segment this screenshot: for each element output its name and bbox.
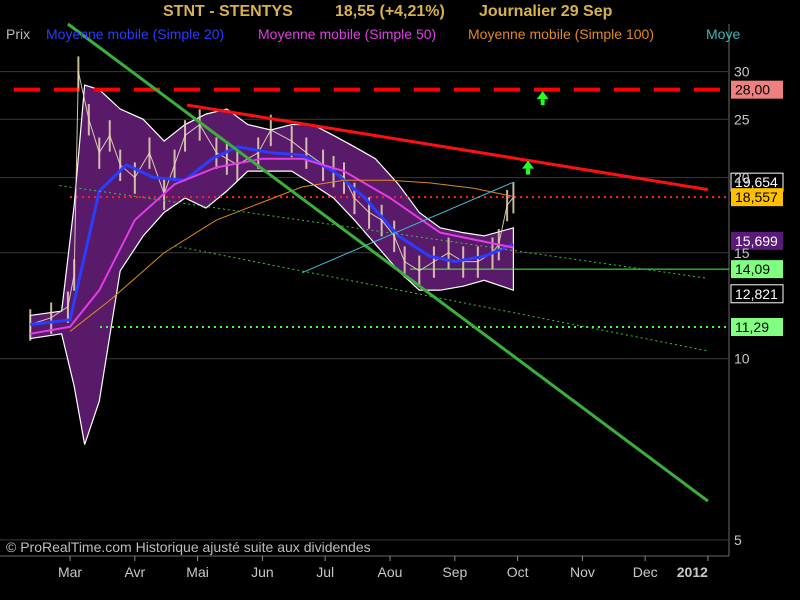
y-tick-label: 5 <box>734 532 742 548</box>
x-tick-label: Nov <box>570 564 595 580</box>
price-tag-label: 11,29 <box>735 319 769 335</box>
copyright-notice: © ProRealTime.com Historique ajusté suit… <box>6 539 371 555</box>
bollinger-band <box>29 84 514 445</box>
y-tick-label: 20 <box>734 170 750 186</box>
legend-item: Moyenne mobile (Simple 20) <box>46 26 224 42</box>
x-tick-label: Dec <box>633 564 658 580</box>
legend-item: Moye <box>706 26 740 42</box>
price-tag-label: 12,821 <box>735 286 778 302</box>
chart-window: STNT - STENTYS 18,55 (+4,21%) Journalier… <box>0 0 800 600</box>
x-tick-label: Sep <box>442 564 467 580</box>
up-arrow-1-stem <box>540 99 545 106</box>
y-tick-label: 10 <box>734 351 750 367</box>
x-tick-label: Mai <box>186 564 209 580</box>
x-tick-label: Jun <box>251 564 274 580</box>
legend-item: Moyenne mobile (Simple 100) <box>468 26 654 42</box>
up-arrow-2-stem <box>526 168 531 175</box>
y-tick-label: 30 <box>734 64 750 80</box>
y-tick-label: 25 <box>734 111 750 127</box>
x-tick-label: Avr <box>124 564 145 580</box>
x-tick-label: Jul <box>316 564 334 580</box>
y-tick-label: 15 <box>734 245 750 261</box>
price-chart[interactable]: 28,0019,65418,55715,69914,0912,82111,29 … <box>0 0 800 600</box>
x-tick-label: 2012 <box>677 564 708 580</box>
legend-item: Prix <box>6 26 30 42</box>
x-tick-label: Mar <box>58 564 82 580</box>
x-tick-label: Oct <box>507 564 529 580</box>
legend-item: Moyenne mobile (Simple 50) <box>258 26 436 42</box>
up-arrow-1-icon <box>536 91 549 100</box>
price-tag-label: 14,09 <box>735 261 770 277</box>
price-tag-label: 18,557 <box>735 189 778 205</box>
trendline-green-downtrend <box>67 22 709 503</box>
price-tag-label: 28,00 <box>735 82 770 98</box>
x-tick-label: Aou <box>378 564 403 580</box>
